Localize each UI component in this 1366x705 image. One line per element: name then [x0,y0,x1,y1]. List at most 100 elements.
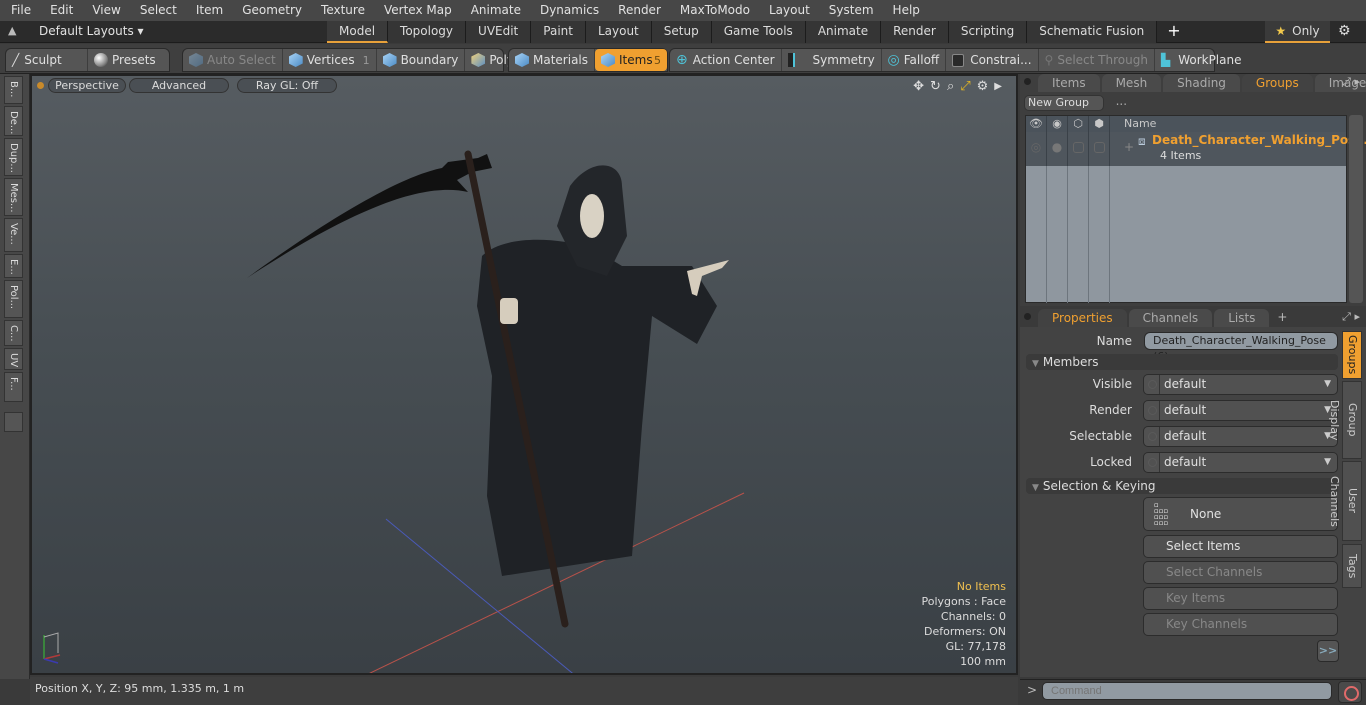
properties-menu-icon[interactable] [1024,313,1031,320]
menu-edit[interactable]: Edit [39,0,81,21]
layout-tab-schematic-fusion[interactable]: Schematic Fusion [1027,21,1158,43]
visibility-column-icon[interactable]: 👁 [1026,116,1047,132]
workplane-button[interactable]: ▙ WorkPlane [1155,49,1248,71]
new-group-button[interactable]: New Group [1024,95,1104,111]
side-tab-tags[interactable]: Tags [1342,544,1362,588]
materials-button[interactable]: Materials [509,49,596,71]
command-input[interactable] [1042,682,1332,700]
select-column-icon[interactable]: ⬡ [1068,116,1089,132]
properties-add-tab-button[interactable]: + [1271,309,1293,327]
menu-render[interactable]: Render [607,0,669,21]
render-column-icon[interactable]: ◉ [1047,116,1068,132]
more-button[interactable]: >> [1317,640,1339,662]
properties-tab-channels[interactable]: Channels [1128,309,1213,327]
menu-dynamics[interactable]: Dynamics [529,0,607,21]
select-channels-button[interactable]: Select Channels [1143,561,1338,584]
left-tab-4[interactable]: Ve... [4,218,23,252]
sculpt-button[interactable]: ╱ Sculpt [6,49,88,71]
selectable-dropdown[interactable]: default▼ [1143,426,1338,447]
side-tab-groups[interactable]: Groups [1342,331,1362,379]
properties-tab-properties[interactable]: Properties [1038,309,1127,327]
menu-vertex-map[interactable]: Vertex Map [373,0,460,21]
menu-animate[interactable]: Animate [460,0,529,21]
falloff-button[interactable]: ◎ Falloff [882,49,947,71]
layout-tab-render[interactable]: Render [881,21,949,43]
row-lock-toggle[interactable] [1089,132,1110,166]
select-items-button[interactable]: Select Items [1143,535,1338,558]
keyframe-icon[interactable] [1144,453,1160,472]
only-toggle[interactable]: ★ Only [1265,21,1330,43]
layout-tab-uvedit[interactable]: UVEdit [466,21,532,43]
groups-tab-groups[interactable]: Groups [1241,74,1313,92]
layout-tab-animate[interactable]: Animate [805,21,882,43]
groups-tab-shading[interactable]: Shading [1163,74,1240,92]
name-column-header[interactable]: Name [1110,116,1156,132]
render-dropdown[interactable]: default▼ [1143,400,1338,421]
key-items-button[interactable]: Key Items [1143,587,1338,610]
layout-tab-setup[interactable]: Setup [651,21,712,43]
keyframe-icon[interactable] [1144,401,1160,420]
boundary-button[interactable]: Boundary [377,49,466,71]
items-button[interactable]: Items 5 [595,49,667,71]
none-selector-button[interactable]: ▫ ▫▫▫ ▫▫▫ ▫▫▫ None [1143,497,1338,531]
constraints-button[interactable]: Constrai... [946,49,1039,71]
left-tab-8[interactable]: UV [4,348,23,370]
left-tab-9[interactable]: F... [4,372,23,402]
layout-tab-model[interactable]: Model [327,21,389,43]
add-tab-button[interactable]: + [1157,21,1190,43]
row-render-icon[interactable]: ● [1047,132,1068,166]
default-layouts-dropdown[interactable]: Default Layouts ▾ [39,24,144,38]
action-center-button[interactable]: ⊕ Action Center [670,49,782,71]
left-tab-extra[interactable] [4,412,23,432]
menu-system[interactable]: System [818,0,882,21]
menu-texture[interactable]: Texture [310,0,373,21]
group-row[interactable]: ◎ ● + ⧈ Death_Character_Walking_Pose... … [1026,132,1366,166]
key-channels-button[interactable]: Key Channels [1143,613,1338,636]
name-field[interactable]: Death_Character_Walking_Pose (6) [1144,332,1338,363]
lock-column-icon[interactable]: ⬢ [1089,116,1110,132]
left-tab-5[interactable]: E... [4,254,23,278]
menu-layout[interactable]: Layout [758,0,818,21]
expand-icon[interactable]: + [1124,140,1134,154]
locked-dropdown[interactable]: default ▼ [1143,452,1338,473]
row-visibility-icon[interactable]: ◎ [1026,132,1047,166]
gear-icon[interactable]: ⚙ [1338,23,1351,39]
menu-item[interactable]: Item [185,0,231,21]
menu-select[interactable]: Select [129,0,185,21]
layout-tab-paint[interactable]: Paint [531,21,586,43]
keyframe-icon[interactable] [1144,427,1160,446]
layout-tab-topology[interactable]: Topology [388,21,467,43]
left-tab-7[interactable]: C... [4,320,23,346]
groups-tab-mesh[interactable]: Mesh ... [1101,74,1162,108]
groups-scrollbar[interactable] [1349,115,1363,303]
members-section[interactable]: ▼ Members [1026,354,1338,370]
groups-menu-icon[interactable] [1024,78,1031,85]
left-tab-0[interactable]: B... [4,76,23,104]
menu-file[interactable]: File [0,0,39,21]
keyframe-icon[interactable] [1144,375,1160,394]
groups-expand-icon[interactable]: ⤢ ▸ [1342,75,1360,89]
groups-tab-items[interactable]: Items [1038,74,1100,92]
layout-tab-scripting[interactable]: Scripting [948,21,1028,43]
symmetry-button[interactable]: Symmetry [782,49,882,71]
row-select-toggle[interactable] [1068,132,1089,166]
side-tab-group-display[interactable]: Group Display [1328,381,1362,459]
selection-keying-section[interactable]: ▼ Selection & Keying [1026,478,1338,494]
menu-geometry[interactable]: Geometry [231,0,310,21]
auto-select-button[interactable]: Auto Select [183,49,283,71]
menu-help[interactable]: Help [882,0,928,21]
collapse-up-icon[interactable]: ▲ [8,24,16,37]
properties-tab-lists[interactable]: Lists [1214,309,1270,327]
3d-viewport[interactable]: Perspective Advanced Ray GL: Off ✥ ↻ ⌕ ⤢… [30,74,1018,675]
left-tab-1[interactable]: De... [4,106,23,136]
vertices-button[interactable]: Vertices 1 [283,49,377,71]
record-macro-button[interactable] [1338,681,1362,703]
left-tab-6[interactable]: Pol... [4,280,23,318]
visible-dropdown[interactable]: default ▼ [1143,374,1338,395]
layout-tab-game-tools[interactable]: Game Tools [711,21,806,43]
layout-tab-layout[interactable]: Layout [585,21,652,43]
presets-button[interactable]: Presets [88,49,162,71]
select-through-button[interactable]: ⚲ Select Through [1039,49,1155,71]
properties-expand-icon[interactable]: ⤢ ▸ [1342,310,1360,324]
left-tab-3[interactable]: Mes... [4,178,23,216]
